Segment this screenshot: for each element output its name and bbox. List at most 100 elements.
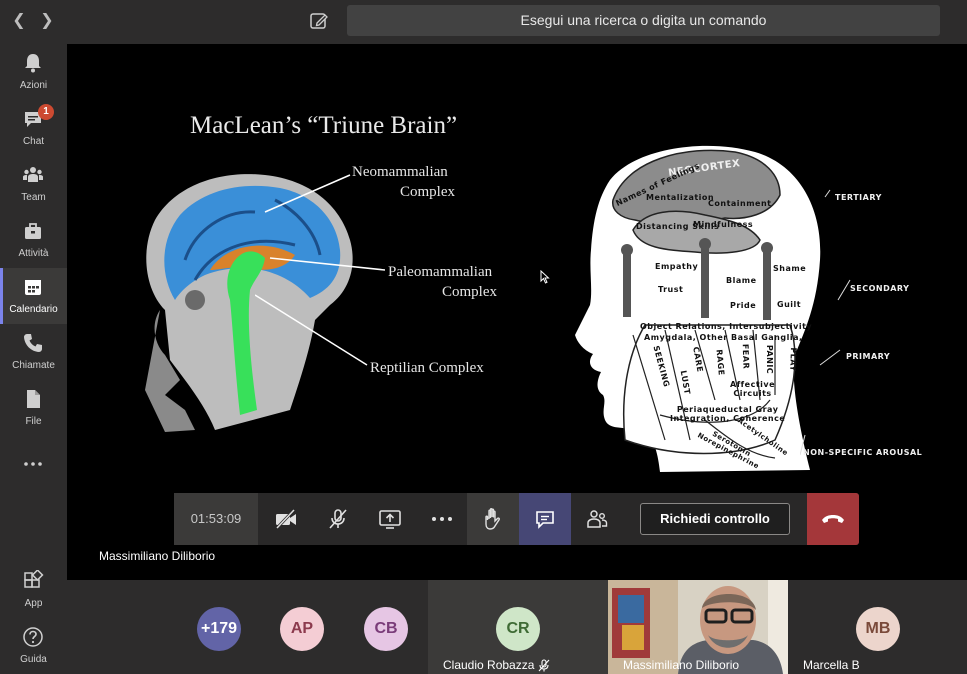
head-word-blame: Blame <box>726 276 757 285</box>
back-arrow-icon[interactable]: ❮ <box>12 12 26 30</box>
more-apps-button[interactable] <box>0 436 67 492</box>
rail-item-chat[interactable]: 1 Chat <box>0 100 67 156</box>
camera-off-icon <box>275 509 296 529</box>
rail-label: Guida <box>20 654 47 665</box>
bell-icon <box>25 54 41 73</box>
unread-badge: 1 <box>38 104 54 120</box>
call-timer: 01:53:09 <box>174 493 258 545</box>
label-neomammalian: Neomammalian Complex <box>352 162 455 202</box>
level-tertiary: TERTIARY <box>835 193 882 202</box>
request-control-button[interactable]: Richiedi controllo <box>640 503 790 535</box>
file-icon <box>27 390 40 408</box>
more-actions-button[interactable] <box>416 493 468 545</box>
camera-toggle-button[interactable] <box>260 493 312 545</box>
title-bar: ❮ ❯ Esegui una ricerca o digita un coman… <box>0 0 967 44</box>
rail-label: Chiamate <box>12 360 55 371</box>
share-screen-icon <box>379 510 401 529</box>
rail-label: Calendario <box>9 304 58 315</box>
participants-icon <box>587 510 608 528</box>
head-object-relations: Object Relations, Intersubjectivity <box>640 322 813 331</box>
head-circuit-panic: PANIC <box>765 344 775 375</box>
rail-label: Azioni <box>19 80 48 91</box>
call-control-bar: 01:53:09 Richiedi controllo <box>174 493 859 545</box>
briefcase-icon <box>25 223 41 239</box>
avatar: MB <box>856 607 900 651</box>
rail-item-calendario[interactable]: Calendario <box>0 268 67 324</box>
search-input[interactable]: Esegui una ricerca o digita un comando <box>347 5 940 36</box>
overflow-participants-button[interactable]: +179 <box>197 607 241 651</box>
label-line: Complex <box>442 284 497 300</box>
level-primary: PRIMARY <box>846 352 891 361</box>
label-line: Integration, Coherence <box>670 414 786 423</box>
label-reptilian: Reptilian Complex <box>370 360 484 376</box>
level-arousal: NON-SPECIFIC AROUSAL <box>803 448 923 457</box>
rail-item-attivita[interactable]: Attività <box>0 212 67 268</box>
rail-item-file[interactable]: File <box>0 380 67 436</box>
slide-title: MacLean’s “Triune Brain” <box>190 112 458 139</box>
compose-icon[interactable] <box>309 11 329 31</box>
head-circuit-fear: FEAR <box>740 343 751 370</box>
avatar[interactable]: AP <box>280 607 324 651</box>
help-icon <box>23 627 43 647</box>
raise-hand-icon <box>485 508 500 530</box>
head-word-mindfulness: Mindfulness <box>693 220 754 229</box>
chat-icon <box>536 511 554 529</box>
chat-panel-button[interactable] <box>519 493 571 545</box>
participant-tile-massimiliano[interactable]: Massimiliano Diliborio <box>608 580 788 674</box>
participant-name: Massimiliano Diliborio <box>623 658 740 672</box>
hang-up-button[interactable] <box>807 493 859 545</box>
mic-off-icon <box>329 509 347 529</box>
hang-up-icon <box>822 515 844 523</box>
rail-label: File <box>25 416 42 427</box>
label-line: Neomammalian <box>352 164 448 180</box>
head-word-containment: Containment <box>708 199 772 208</box>
phone-icon <box>24 334 42 352</box>
head-word-empathy: Empathy <box>655 262 699 271</box>
rail-label: App <box>24 598 43 609</box>
label-paleomammalian: Paleomammalian Complex <box>388 262 497 302</box>
team-icon <box>23 167 43 182</box>
app-rail: Azioni 1 Chat Team Attività Calendario C… <box>0 44 67 674</box>
head-affective: Affective Circuits <box>730 380 775 398</box>
label-line: Paleomammalian <box>388 264 493 280</box>
share-screen-button[interactable] <box>364 493 416 545</box>
presenter-name-label: Massimiliano Diliborio <box>99 549 216 563</box>
participant-tile-marcella[interactable]: MB Marcella B <box>788 580 967 674</box>
rail-item-azioni[interactable]: Azioni <box>0 44 67 100</box>
apps-icon <box>24 570 44 588</box>
head-periaqueductal: Periaqueductal Gray Integration, Coheren… <box>670 405 785 423</box>
rail-label: Chat <box>22 136 45 147</box>
head-word-trust: Trust <box>658 285 684 294</box>
label-line: Periaqueductal Gray <box>676 405 779 414</box>
level-secondary: SECONDARY <box>850 284 910 293</box>
avatar: CR <box>496 607 540 651</box>
rail-item-chiamate[interactable]: Chiamate <box>0 324 67 380</box>
head-word-mentalization: Mentalization <box>646 193 715 202</box>
participant-name: Marcella B <box>803 658 860 672</box>
participant-name: Claudio Robazza <box>443 658 535 672</box>
label-line: Affective <box>730 380 776 389</box>
head-amygdala: Amygdala, Other Basal Ganglia, <box>644 333 803 342</box>
head-circuit-play: PLAY <box>788 347 799 372</box>
participant-tile-claudio[interactable]: CR Claudio Robazza <box>428 580 608 674</box>
participants-button[interactable] <box>571 493 623 545</box>
label-line: Circuits <box>733 389 772 398</box>
rail-item-guida[interactable]: Guida <box>0 618 67 674</box>
raise-hand-button[interactable] <box>467 493 519 545</box>
rail-item-app[interactable]: App <box>0 562 67 618</box>
avatar[interactable]: CB <box>364 607 408 651</box>
ellipsis-icon <box>432 517 452 521</box>
ellipsis-icon <box>24 462 42 466</box>
rail-label: Attività <box>18 248 49 259</box>
mic-off-icon <box>538 659 550 672</box>
head-word-guilt: Guilt <box>777 300 802 309</box>
rail-item-team[interactable]: Team <box>0 156 67 212</box>
forward-arrow-icon[interactable]: ❯ <box>40 12 54 30</box>
head-word-pride: Pride <box>730 301 757 310</box>
mic-toggle-button[interactable] <box>312 493 364 545</box>
mouse-cursor-icon <box>540 270 550 284</box>
calendar-icon <box>25 280 41 295</box>
rail-label: Team <box>21 192 46 203</box>
level-lines <box>800 189 851 456</box>
label-line: Complex <box>400 184 455 200</box>
